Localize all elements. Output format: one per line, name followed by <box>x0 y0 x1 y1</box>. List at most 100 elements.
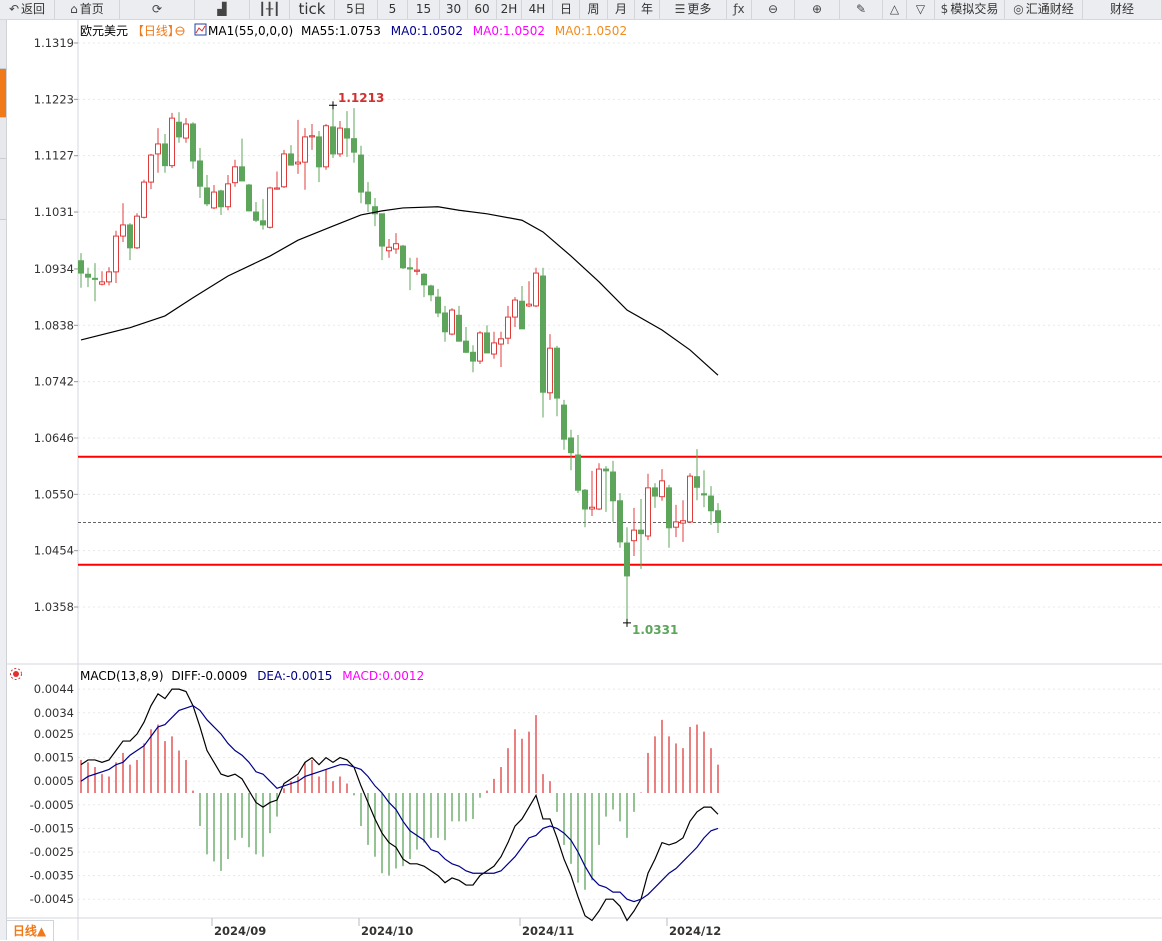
candle <box>519 285 525 330</box>
candle <box>344 111 350 157</box>
candle-body-down <box>78 260 84 274</box>
candle <box>127 223 133 261</box>
price-tick-label: 1.0742 <box>34 375 74 389</box>
candle <box>99 271 105 286</box>
candle <box>435 288 441 318</box>
candle <box>561 399 567 450</box>
candle <box>330 105 336 159</box>
candle <box>526 281 532 308</box>
candle <box>358 145 364 204</box>
macd-tick-label: -0.0015 <box>30 821 74 835</box>
macd-name: MACD(13,8,9) <box>80 669 164 683</box>
low-price-label: 1.0331 <box>632 623 678 637</box>
macd-tick-label: -0.0045 <box>30 892 74 906</box>
candle-body-up <box>155 143 161 155</box>
candle <box>113 230 119 284</box>
candle <box>582 489 588 528</box>
candle-body-up <box>302 136 308 163</box>
candle <box>491 331 497 359</box>
macd-tick-label: 0.0044 <box>34 682 74 696</box>
macd-tick-label: -0.0025 <box>30 845 74 859</box>
period-label: 【日线】 <box>132 24 180 38</box>
candle <box>589 470 595 517</box>
candle-body-up <box>113 235 119 273</box>
candle-body-up <box>106 271 112 283</box>
chart-area[interactable]: 1.1319 1.1223 1.1127 1.1031 1.0934 1.0838 1.07… <box>0 0 1162 940</box>
candle-body-up <box>281 153 287 188</box>
candle <box>568 429 574 471</box>
candle-body-up <box>645 487 651 537</box>
candle-body-down <box>554 347 560 399</box>
candle <box>533 267 539 308</box>
candle-body-down <box>463 340 469 353</box>
candle-body-down <box>470 351 476 362</box>
candle-body-up <box>533 272 539 307</box>
candle-body-down <box>456 314 462 342</box>
candle-body-down <box>162 143 168 167</box>
candle <box>540 267 546 418</box>
macd-value: MACD:0.0012 <box>342 669 424 683</box>
candle <box>288 145 294 166</box>
candle <box>253 202 259 223</box>
macd-settings-icon[interactable] <box>10 668 22 680</box>
candle <box>183 118 189 143</box>
candle <box>575 435 581 494</box>
candle-body-up <box>211 191 217 209</box>
candle-body-up <box>498 338 504 345</box>
date-tick-label: 2024/10 <box>361 924 413 938</box>
candle-body-up <box>491 342 497 355</box>
candle <box>673 504 679 538</box>
extreme-marker <box>623 618 631 627</box>
candle <box>267 186 273 229</box>
candle-body-down <box>92 277 98 280</box>
ma0-value-navy: MA0:1.0502 <box>391 24 463 38</box>
candle-body-up <box>596 468 602 510</box>
ma55-value: MA55:1.0753 <box>301 24 381 38</box>
candle-body-up <box>659 480 665 498</box>
candle-body-up <box>337 127 343 155</box>
candle-body-down <box>400 245 406 269</box>
candle-body-down <box>694 476 700 488</box>
candle-body-down <box>365 191 371 205</box>
candle-body-up <box>526 303 532 307</box>
macd-legend: MACD(13,8,9) DIFF:-0.0009 DEA:-0.0015 MA… <box>80 669 424 683</box>
candle <box>295 119 301 174</box>
candle <box>365 182 371 213</box>
candle <box>155 128 161 173</box>
candle-body-up <box>141 181 147 218</box>
candle <box>141 179 147 219</box>
candle-body-down <box>624 542 630 577</box>
candle <box>78 253 84 288</box>
candle-body-up <box>512 299 518 318</box>
candle-body-down <box>652 487 658 497</box>
candle-body-down <box>330 126 336 155</box>
candle <box>169 112 175 169</box>
candle-body-down <box>421 273 427 286</box>
candle-body-down <box>344 128 350 139</box>
indicator-chart-icon[interactable] <box>194 23 207 36</box>
price-tick-label: 1.1319 <box>34 36 74 50</box>
candle <box>407 257 413 291</box>
candle <box>260 199 266 230</box>
candle <box>505 305 511 345</box>
candle-body-down <box>127 224 133 249</box>
price-tick-label: 1.1031 <box>34 205 74 219</box>
candle <box>239 138 245 182</box>
candle-body-down <box>575 454 581 491</box>
candle-body-down <box>218 190 224 208</box>
candle <box>120 203 126 242</box>
macd-tick-label: 0.0034 <box>34 706 74 720</box>
price-tick-label: 1.0934 <box>34 262 74 276</box>
candle-body-up <box>169 117 175 167</box>
candle <box>232 159 238 187</box>
settings-icon[interactable] <box>175 26 185 36</box>
candle <box>680 500 686 542</box>
candle <box>638 499 644 569</box>
period-selector-button[interactable]: 日线▲ <box>6 920 54 941</box>
candle <box>456 305 462 342</box>
candle-body-down <box>428 285 434 296</box>
candle <box>624 527 630 623</box>
candle <box>400 244 406 269</box>
candle <box>281 149 287 188</box>
macd-tick-label: -0.0035 <box>30 869 74 883</box>
